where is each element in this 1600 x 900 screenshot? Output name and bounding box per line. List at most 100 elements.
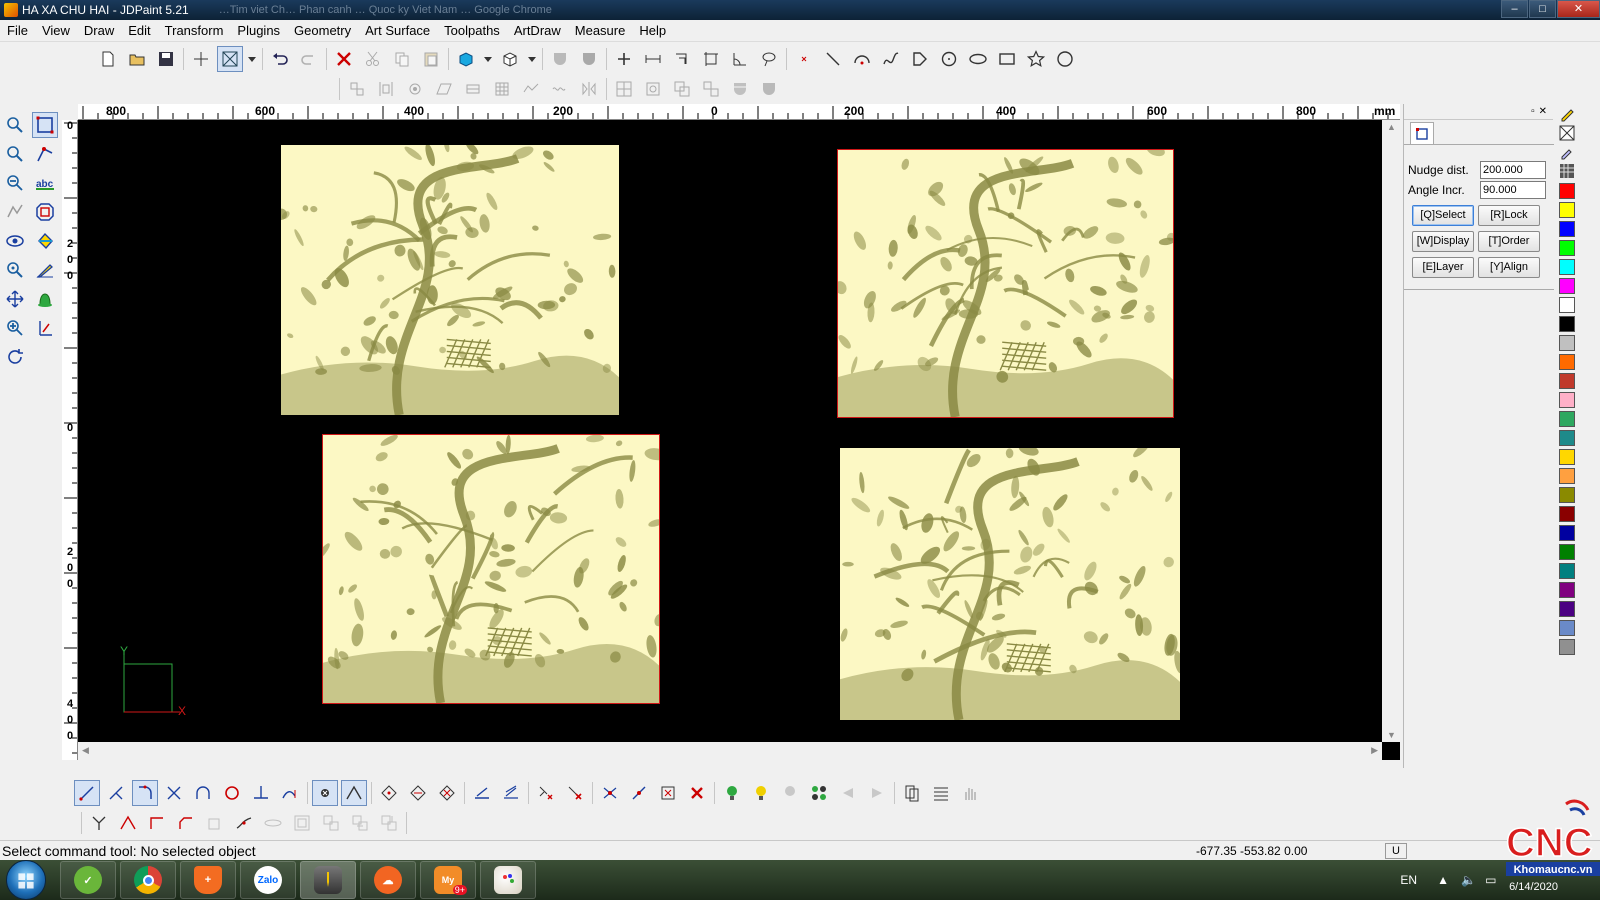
color-swatch[interactable] <box>1559 620 1575 636</box>
diamond-x-button[interactable] <box>434 780 460 806</box>
unselect-nodes-button[interactable] <box>562 780 588 806</box>
relief-panel-rooster-peony[interactable] <box>322 434 660 704</box>
color-swatch[interactable] <box>1559 639 1575 655</box>
layer-button[interactable]: [E]Layer <box>1412 257 1474 278</box>
eyedropper-button[interactable] <box>1558 143 1576 161</box>
tab-select-properties[interactable] <box>1410 122 1434 144</box>
relief-solid-button[interactable] <box>756 76 782 102</box>
rotate-view-button[interactable] <box>2 344 28 370</box>
volume-icon[interactable]: 🔈 <box>1461 873 1476 887</box>
menu-transform[interactable]: Transform <box>158 20 231 42</box>
color-swatch[interactable] <box>1559 544 1575 560</box>
taskbar-app-antivirus[interactable]: + <box>180 861 236 899</box>
scroll-left-arrow[interactable]: ◀ <box>82 745 89 756</box>
shade-solid-button[interactable] <box>576 46 602 72</box>
relief-gray-button[interactable] <box>777 780 803 806</box>
break-apart-button[interactable] <box>698 76 724 102</box>
relief-green-button[interactable] <box>719 780 745 806</box>
node-chamfer-button[interactable] <box>173 810 199 836</box>
move-view-button[interactable] <box>2 286 28 312</box>
menu-measure[interactable]: Measure <box>568 20 633 42</box>
color-swatch[interactable] <box>1559 240 1575 256</box>
draw-arc-button[interactable] <box>849 46 875 72</box>
node-frame-button[interactable] <box>289 810 315 836</box>
scroll-down-arrow[interactable]: ▼ <box>1387 730 1396 740</box>
draw-star-button[interactable] <box>1023 46 1049 72</box>
network-icon[interactable]: ▭ <box>1485 873 1499 887</box>
close-curve-button[interactable] <box>219 780 245 806</box>
color-swatch[interactable] <box>1559 259 1575 275</box>
array-button[interactable] <box>489 76 515 102</box>
color-swatch[interactable] <box>1559 582 1575 598</box>
measure-tool-button[interactable] <box>32 315 58 341</box>
color-swatch[interactable] <box>1559 373 1575 389</box>
relief-forward-button[interactable] <box>864 780 890 806</box>
point-tool-button[interactable] <box>611 46 637 72</box>
taskbar-app-mybk[interactable]: My 9+ <box>420 861 476 899</box>
maximize-button[interactable]: □ <box>1529 0 1556 18</box>
path-array-button[interactable] <box>518 76 544 102</box>
pen-tool-button[interactable] <box>1558 105 1576 123</box>
select-button[interactable]: [Q]Select <box>1412 205 1474 226</box>
relief-multi-button[interactable] <box>806 780 832 806</box>
open-file-button[interactable] <box>124 46 150 72</box>
taskbar-app-jdpaint[interactable] <box>300 861 356 899</box>
arc-edit-button[interactable] <box>190 780 216 806</box>
add-node-button[interactable] <box>469 780 495 806</box>
menu-edit[interactable]: Edit <box>121 20 157 42</box>
redo-button[interactable] <box>296 46 322 72</box>
distribute-button[interactable] <box>373 76 399 102</box>
copy-button[interactable] <box>389 46 415 72</box>
perpendicular-button[interactable] <box>248 780 274 806</box>
draw-line-button[interactable] <box>820 46 846 72</box>
eye-view-button[interactable] <box>2 228 28 254</box>
lock-button[interactable]: [R]Lock <box>1478 205 1540 226</box>
weld-button[interactable] <box>597 780 623 806</box>
view-3d-dropdown[interactable] <box>482 46 494 72</box>
draw-rectangle-button[interactable] <box>994 46 1020 72</box>
split-button[interactable] <box>626 780 652 806</box>
zoom-out-button[interactable] <box>2 170 28 196</box>
menu-toolpaths[interactable]: Toolpaths <box>437 20 507 42</box>
color-swatch[interactable] <box>1559 525 1575 541</box>
fill-tool-button[interactable] <box>32 228 58 254</box>
horizontal-scrollbar[interactable]: ◀ ▶ <box>78 742 1382 760</box>
menu-geometry[interactable]: Geometry <box>287 20 358 42</box>
relief-shade-button[interactable] <box>727 76 753 102</box>
color-swatch[interactable] <box>1559 297 1575 313</box>
no-color-button[interactable] <box>1558 124 1576 142</box>
color-swatch[interactable] <box>1559 392 1575 408</box>
frame-tool-button[interactable] <box>698 46 724 72</box>
intersect-button[interactable] <box>161 780 187 806</box>
delete-node-button[interactable] <box>498 780 524 806</box>
mirror-button[interactable] <box>576 76 602 102</box>
draw-spline-button[interactable] <box>878 46 904 72</box>
node-box-button[interactable] <box>202 810 228 836</box>
fillet-button[interactable] <box>132 780 158 806</box>
select-mode-dropdown[interactable] <box>246 46 258 72</box>
taskbar-app-paint[interactable] <box>480 861 536 899</box>
hand-tool-button[interactable] <box>957 780 983 806</box>
color-swatch[interactable] <box>1559 449 1575 465</box>
menu-art-surface[interactable]: Art Surface <box>358 20 437 42</box>
pan-hand-button[interactable] <box>2 199 28 225</box>
relief-panel-plum-birds[interactable] <box>281 145 619 415</box>
node-edit-button[interactable] <box>32 141 58 167</box>
color-swatch[interactable] <box>1559 316 1575 332</box>
draw-point-button[interactable] <box>791 46 817 72</box>
node-corner-button[interactable] <box>144 810 170 836</box>
properties-list-button[interactable] <box>928 780 954 806</box>
skew-button[interactable] <box>431 76 457 102</box>
save-button[interactable] <box>153 46 179 72</box>
curve-edit-button[interactable] <box>74 780 100 806</box>
delete-button[interactable] <box>331 46 357 72</box>
tray-expand-icon[interactable]: ▲ <box>1437 873 1451 887</box>
taskbar-app-gocd[interactable]: ✓ <box>60 861 116 899</box>
align-button[interactable]: [Y]Align <box>1478 257 1540 278</box>
draw-polyline-button[interactable] <box>907 46 933 72</box>
shade-button[interactable] <box>547 46 573 72</box>
color-swatch[interactable] <box>1559 601 1575 617</box>
diamond-node-button[interactable] <box>376 780 402 806</box>
angle-tool-button[interactable] <box>727 46 753 72</box>
taskbar-app-music[interactable]: ☁ <box>360 861 416 899</box>
